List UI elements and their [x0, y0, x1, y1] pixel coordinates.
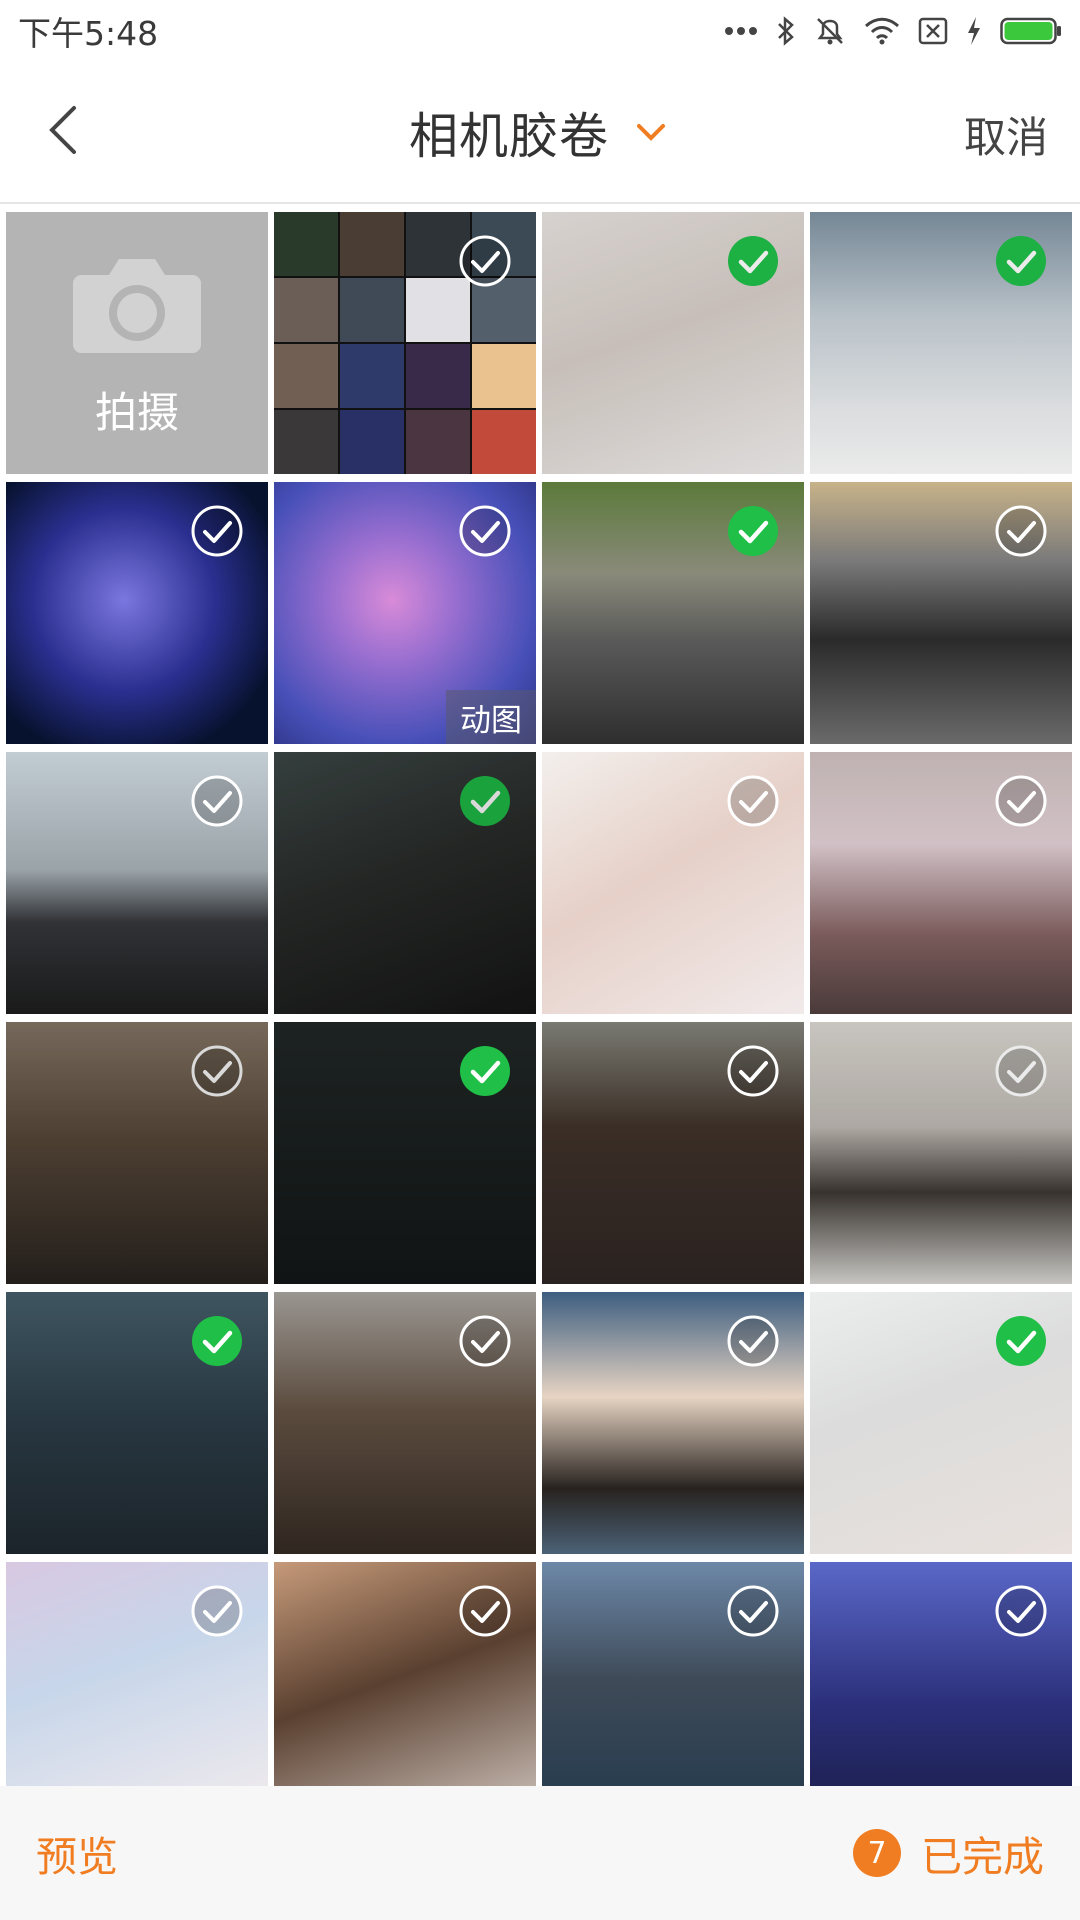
- photo-tile[interactable]: [542, 212, 804, 474]
- bottom-bar: 预览 7 已完成: [0, 1786, 1080, 1920]
- photo-tile[interactable]: [274, 1022, 536, 1284]
- photo-tile-collage[interactable]: [274, 212, 536, 474]
- battery-icon: [1000, 16, 1062, 46]
- collage-cell: [406, 344, 470, 408]
- camera-label: 拍摄: [94, 387, 179, 437]
- camera-icon: [71, 253, 203, 353]
- checked-circle-icon[interactable]: [726, 504, 780, 558]
- photo-tile[interactable]: [542, 1292, 804, 1554]
- preview-button[interactable]: 预览: [36, 1823, 118, 1883]
- collage-cell: [274, 278, 338, 342]
- photo-tile[interactable]: [810, 1562, 1072, 1786]
- collage-cell: [340, 410, 404, 474]
- photo-grid: 拍摄 动图: [6, 212, 1074, 1786]
- checked-circle-icon[interactable]: [994, 234, 1048, 288]
- photo-tile[interactable]: [274, 1562, 536, 1786]
- photo-tile[interactable]: [542, 482, 804, 744]
- unchecked-circle-icon[interactable]: [458, 1314, 512, 1368]
- collage-cell: [472, 344, 536, 408]
- checked-circle-icon[interactable]: [458, 1044, 512, 1098]
- photo-tile[interactable]: [6, 1292, 268, 1554]
- unchecked-circle-icon[interactable]: [994, 1044, 1048, 1098]
- album-selector[interactable]: 相机胶卷: [409, 97, 671, 168]
- collage-cell: [274, 410, 338, 474]
- unchecked-circle-icon[interactable]: [726, 1584, 780, 1638]
- unchecked-circle-icon[interactable]: [458, 1584, 512, 1638]
- photo-tile[interactable]: [810, 212, 1072, 474]
- unchecked-circle-icon[interactable]: [726, 1044, 780, 1098]
- photo-tile[interactable]: [810, 752, 1072, 1014]
- photo-tile[interactable]: [810, 1022, 1072, 1284]
- checked-circle-icon[interactable]: [190, 1314, 244, 1368]
- more-dots-icon: [724, 25, 758, 37]
- unchecked-circle-icon[interactable]: [994, 774, 1048, 828]
- collage-cell: [472, 410, 536, 474]
- unchecked-circle-icon[interactable]: [726, 1314, 780, 1368]
- unchecked-circle-icon[interactable]: [458, 234, 512, 288]
- unchecked-circle-icon[interactable]: [994, 1584, 1048, 1638]
- unchecked-circle-icon[interactable]: [726, 774, 780, 828]
- status-icons: [724, 15, 1062, 47]
- camera-tile[interactable]: 拍摄: [6, 212, 268, 474]
- unchecked-circle-icon[interactable]: [458, 504, 512, 558]
- done-label: 已完成: [921, 1833, 1044, 1881]
- mute-icon: [814, 15, 846, 47]
- photo-tile[interactable]: [810, 1292, 1072, 1554]
- chevron-down-icon: [631, 112, 671, 152]
- photo-tile[interactable]: [274, 752, 536, 1014]
- collage-cell: [274, 344, 338, 408]
- cancel-button[interactable]: 取消: [964, 104, 1048, 165]
- unchecked-circle-icon[interactable]: [994, 504, 1048, 558]
- charging-icon: [966, 16, 982, 46]
- status-bar: 下午5:48: [0, 0, 1080, 62]
- collage-cell: [340, 344, 404, 408]
- photo-tile[interactable]: [274, 1292, 536, 1554]
- photo-tile[interactable]: [6, 1022, 268, 1284]
- checked-circle-icon[interactable]: [994, 1314, 1048, 1368]
- gif-badge: 动图: [446, 690, 536, 744]
- photo-tile[interactable]: [6, 1562, 268, 1786]
- done-button[interactable]: 7 已完成: [853, 1823, 1044, 1883]
- collage-cell: [274, 212, 338, 276]
- photo-tile[interactable]: [542, 1562, 804, 1786]
- wifi-icon: [864, 17, 900, 45]
- collage-cell: [340, 278, 404, 342]
- photo-tile[interactable]: [6, 752, 268, 1014]
- photo-tile[interactable]: [6, 482, 268, 744]
- photo-tile[interactable]: 动图: [274, 482, 536, 744]
- checked-circle-icon[interactable]: [458, 774, 512, 828]
- checked-circle-icon[interactable]: [726, 234, 780, 288]
- no-sim-icon: [918, 17, 948, 45]
- unchecked-circle-icon[interactable]: [190, 1584, 244, 1638]
- selected-count-badge: 7: [853, 1829, 901, 1877]
- header-divider: [0, 202, 1080, 204]
- page-title: 相机胶卷: [408, 107, 609, 165]
- unchecked-circle-icon[interactable]: [190, 774, 244, 828]
- photo-tile[interactable]: [542, 752, 804, 1014]
- photo-tile[interactable]: [542, 1022, 804, 1284]
- unchecked-circle-icon[interactable]: [190, 504, 244, 558]
- photo-tile[interactable]: [810, 482, 1072, 744]
- bluetooth-icon: [776, 16, 796, 46]
- collage-cell: [406, 410, 470, 474]
- header: 相机胶卷 取消: [0, 62, 1080, 202]
- collage-cell: [340, 212, 404, 276]
- status-time: 下午5:48: [18, 14, 159, 53]
- back-icon[interactable]: [40, 100, 90, 160]
- unchecked-circle-icon[interactable]: [190, 1044, 244, 1098]
